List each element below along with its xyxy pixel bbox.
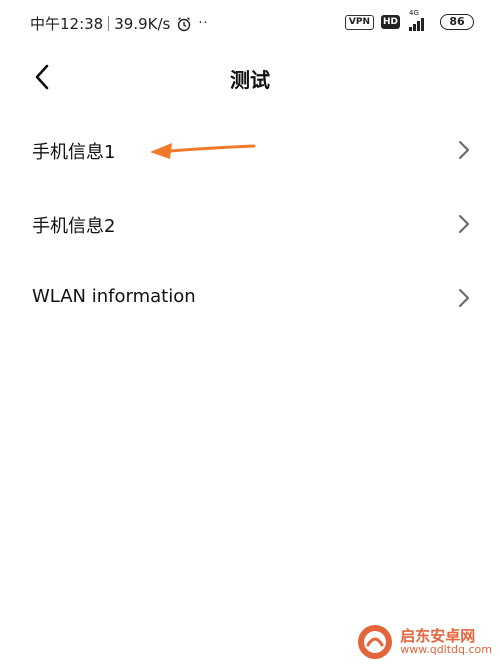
status-separator: [108, 16, 110, 31]
list-item-label: WLAN information: [32, 286, 196, 307]
status-left: 中午12:38 39.9K/s ··: [30, 13, 209, 34]
status-right: VPN HD 4G 86: [344, 9, 474, 31]
watermark-name: 启东安卓网: [400, 626, 476, 645]
watermark: 启东安卓网 www.qdltdq.com: [356, 623, 492, 661]
chevron-right-icon: [459, 289, 469, 307]
watermark-url: www.qdltdq.com: [400, 643, 492, 657]
list-item-label: 手机信息2: [32, 216, 116, 237]
status-bar: 中午12:38 39.9K/s ·· VPN HD 4G 86: [0, 0, 500, 46]
status-time: 中午12:38: [30, 15, 104, 33]
network-speed: 39.9K/s: [114, 14, 171, 33]
more-notifications-dots: ··: [198, 16, 209, 31]
vpn-badge: VPN: [344, 14, 374, 30]
chevron-right-icon: [459, 141, 469, 159]
list-item-phone-info-2[interactable]: 手机信息2: [0, 186, 500, 260]
list-item-wlan-information[interactable]: WLAN information: [0, 260, 500, 334]
battery-icon: 86: [440, 14, 474, 30]
list-item-label: 手机信息1: [32, 142, 116, 163]
app-header: 测试: [0, 50, 500, 104]
hd-badge: HD: [380, 15, 400, 29]
alarm-icon: [178, 16, 191, 31]
network-generation: 4G: [409, 9, 419, 17]
annotation-arrow-icon: [150, 143, 256, 159]
chevron-right-icon: [459, 215, 469, 233]
signal-icon: 4G: [407, 9, 433, 31]
watermark-logo-icon: [358, 625, 393, 659]
page-title: 测试: [230, 68, 270, 92]
